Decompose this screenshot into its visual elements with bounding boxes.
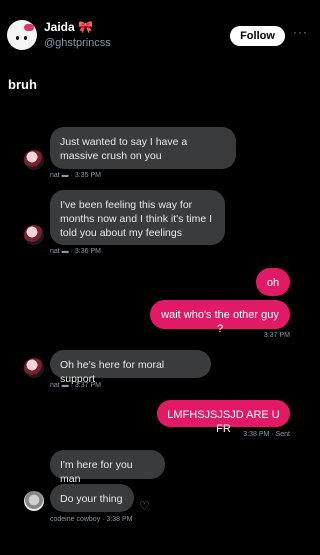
message-meta: 3:37 PM [263, 332, 290, 339]
nat-avatar [24, 358, 44, 378]
message-meta: nat ▬ · 3:36 PM [50, 248, 101, 255]
display-name[interactable]: Jaida 🎀 [44, 20, 93, 34]
codeine-cowboy-avatar [24, 491, 44, 511]
heart-plus-icon[interactable]: ♡ [139, 499, 153, 513]
message-bubble: Just wanted to say I have a massive crus… [50, 127, 236, 169]
message-meta: nat ▬ · 3:35 PM [50, 172, 101, 179]
post-text: bruh [8, 77, 37, 92]
bow-icon [24, 24, 34, 31]
avatar-eye [16, 36, 19, 40]
tweet-header: Jaida 🎀 @ghstprincss Follow ··· [0, 0, 320, 60]
message-meta: codeine cowboy · 3:38 PM [50, 516, 133, 523]
message-meta: nat ▬ · 3:37 PM [50, 382, 101, 389]
message-bubble: I've been feeling this way for months no… [50, 190, 225, 245]
follow-button[interactable]: Follow [230, 26, 285, 46]
sent-message-bubble: oh [256, 268, 290, 296]
user-handle[interactable]: @ghstprincss [44, 37, 111, 49]
sent-message-bubble: wait who's the other guy ? [150, 300, 290, 335]
nat-avatar [24, 150, 44, 170]
more-options-icon[interactable]: ··· [293, 25, 308, 39]
nat-avatar [24, 225, 44, 245]
message-bubble: Do your thing [50, 484, 134, 512]
profile-avatar[interactable] [7, 20, 37, 50]
sent-message-bubble: LMFHSJSJSJD ARE U FR [157, 400, 290, 435]
message-meta: 3:38 PM · Sent [243, 431, 290, 438]
avatar-eye [24, 36, 27, 40]
message-bubble: Oh he's here for moral support [50, 350, 211, 385]
message-bubble: I'm here for you man [50, 450, 165, 485]
